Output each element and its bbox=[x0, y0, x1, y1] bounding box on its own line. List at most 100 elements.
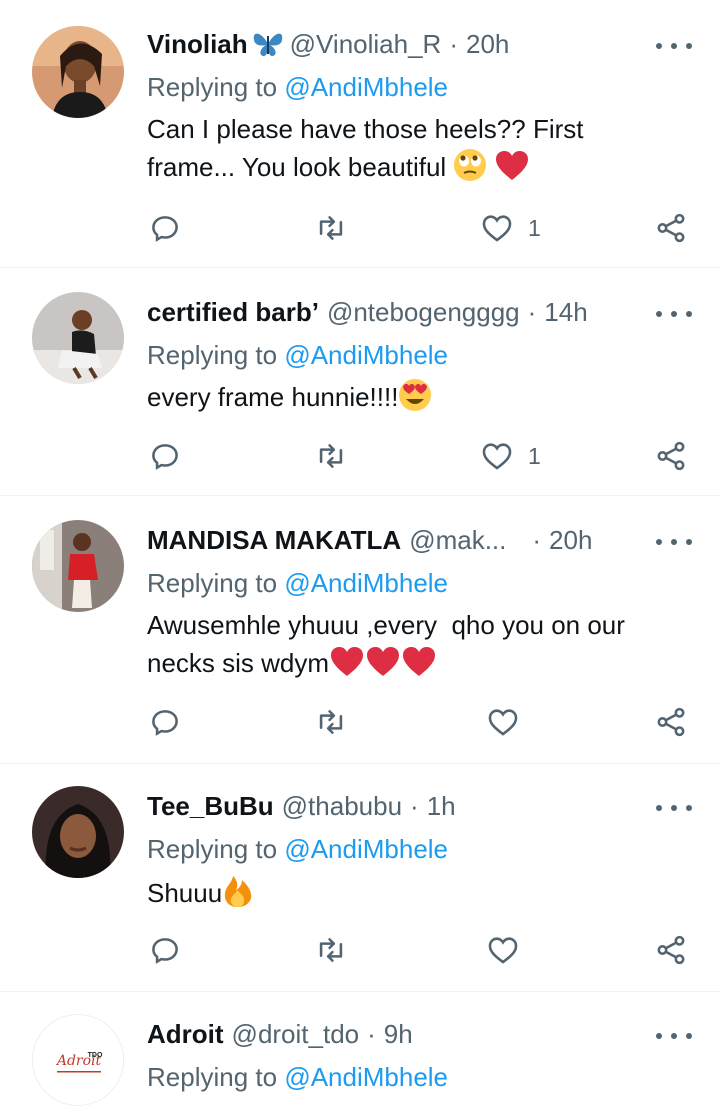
separator-dot: · bbox=[367, 1018, 376, 1049]
share-icon bbox=[657, 213, 685, 243]
display-name[interactable]: Adroit bbox=[147, 1019, 224, 1050]
retweet-icon bbox=[319, 710, 343, 734]
display-name[interactable]: Tee_BuBu bbox=[147, 791, 274, 822]
reply-tweet[interactable]: Vinoliah @Vinoliah_R · 20h Replying to @… bbox=[0, 0, 720, 268]
tweet-text-line: Awusemhle yhuuu ,every qho you on our bbox=[147, 610, 625, 640]
tweet-header: Adroit @droit_tdo · 9h bbox=[147, 1018, 650, 1050]
retweet-button[interactable] bbox=[314, 702, 348, 742]
tweet-header: Tee_BuBu @thabubu · 1h bbox=[147, 790, 650, 822]
heart-icon bbox=[488, 709, 518, 736]
tweet-text-line-with-emoji: necks sis wdym bbox=[147, 644, 680, 688]
display-name[interactable]: MANDISA MAKATLA bbox=[147, 525, 401, 556]
user-handle[interactable]: @thabubu bbox=[282, 791, 402, 822]
mention-link[interactable]: @AndiMbhele bbox=[284, 72, 448, 102]
tweet-header: Vinoliah @Vinoliah_R · 20h bbox=[147, 28, 650, 60]
user-handle[interactable]: @droit_tdo bbox=[232, 1019, 360, 1050]
red-heart-emoji-icon bbox=[401, 646, 437, 688]
separator-dot: · bbox=[532, 524, 542, 555]
share-button[interactable] bbox=[654, 208, 688, 248]
timestamp[interactable]: 1h bbox=[427, 791, 456, 822]
replying-label: Replying to bbox=[147, 340, 278, 370]
user-handle[interactable]: @ntebogengggg bbox=[327, 297, 520, 328]
share-button[interactable] bbox=[654, 702, 688, 742]
share-button[interactable] bbox=[654, 436, 688, 476]
tweet-text-line: Shuuu bbox=[147, 878, 223, 908]
tweet-actions: 1 bbox=[0, 436, 720, 476]
timestamp[interactable]: 20h bbox=[466, 29, 509, 60]
display-name[interactable]: certified barb’ bbox=[147, 297, 319, 328]
more-options-icon[interactable] bbox=[656, 796, 692, 820]
reply-button[interactable] bbox=[148, 208, 182, 248]
tweet-actions bbox=[0, 930, 720, 970]
fire-emoji-icon bbox=[222, 872, 254, 918]
share-icon bbox=[657, 707, 685, 737]
tweet-header: MANDISA MAKATLA @mak... · 20h bbox=[147, 524, 650, 556]
mention-link[interactable]: @AndiMbhele bbox=[284, 834, 448, 864]
tweet-text: Shuuu bbox=[147, 872, 680, 918]
retweet-icon bbox=[319, 444, 343, 468]
timestamp[interactable]: 9h bbox=[384, 1019, 413, 1050]
tweet-text-line: necks sis wdym bbox=[147, 648, 330, 678]
like-button[interactable]: 1 bbox=[480, 208, 541, 248]
reply-button[interactable] bbox=[148, 436, 182, 476]
more-options-icon[interactable] bbox=[656, 1024, 692, 1048]
reply-icon bbox=[152, 710, 178, 736]
replying-label: Replying to bbox=[147, 1062, 278, 1092]
tweet-text-line: Can I please have those heels?? First bbox=[147, 114, 584, 144]
replying-to-line: Replying to @AndiMbhele bbox=[147, 834, 448, 865]
more-options-icon[interactable] bbox=[656, 34, 692, 58]
reply-tweet[interactable]: MANDISA MAKATLA @mak... · 20h Replying t… bbox=[0, 496, 720, 764]
tweet-text: Can I please have those heels?? First fr… bbox=[147, 110, 680, 192]
reply-button[interactable] bbox=[148, 702, 182, 742]
reply-tweet[interactable]: certified barb’ @ntebogengggg · 14h Repl… bbox=[0, 268, 720, 496]
replying-to-line: Replying to @AndiMbhele bbox=[147, 1062, 448, 1093]
retweet-icon bbox=[319, 938, 343, 962]
share-button[interactable] bbox=[654, 930, 688, 970]
retweet-button[interactable] bbox=[314, 208, 348, 248]
display-name[interactable]: Vinoliah bbox=[147, 29, 248, 60]
reply-icon bbox=[152, 444, 178, 470]
more-options-icon[interactable] bbox=[656, 302, 692, 326]
avatar[interactable] bbox=[32, 292, 124, 384]
heart-icon bbox=[488, 937, 518, 964]
mention-link[interactable]: @AndiMbhele bbox=[284, 1062, 448, 1092]
red-heart-emoji-icon bbox=[365, 646, 401, 688]
rolling-eyes-emoji-icon bbox=[453, 148, 487, 192]
avatar[interactable] bbox=[32, 520, 124, 612]
user-handle[interactable]: @mak... bbox=[409, 525, 506, 556]
user-handle[interactable]: @Vinoliah_R bbox=[290, 29, 442, 60]
tweet-text-line-with-emoji: frame... You look beautiful bbox=[147, 148, 680, 192]
replying-label: Replying to bbox=[147, 568, 278, 598]
replying-to-line: Replying to @AndiMbhele bbox=[147, 340, 448, 371]
mention-link[interactable]: @AndiMbhele bbox=[284, 568, 448, 598]
replying-to-line: Replying to @AndiMbhele bbox=[147, 72, 448, 103]
like-count: 1 bbox=[528, 214, 541, 241]
separator-dot: · bbox=[527, 296, 537, 327]
like-button[interactable]: 1 bbox=[480, 436, 541, 476]
reply-button[interactable] bbox=[148, 930, 182, 970]
avatar[interactable]: Adroit TDO bbox=[32, 1014, 124, 1106]
retweet-button[interactable] bbox=[314, 436, 348, 476]
tweet-text-line: frame... You look beautiful bbox=[147, 152, 447, 182]
avatar[interactable] bbox=[32, 786, 124, 878]
tweet-actions bbox=[0, 702, 720, 742]
butterfly-emoji-icon bbox=[252, 30, 284, 58]
reply-tweet[interactable]: Adroit TDO Adroit @droit_tdo · 9h Replyi… bbox=[0, 992, 720, 1112]
heart-eyes-emoji-icon bbox=[398, 378, 432, 422]
like-button[interactable] bbox=[486, 930, 520, 970]
tweet-actions: 1 bbox=[0, 208, 720, 248]
timestamp[interactable]: 20h bbox=[549, 525, 592, 556]
retweet-button[interactable] bbox=[314, 930, 348, 970]
separator-dot: · bbox=[410, 790, 419, 821]
replying-to-line: Replying to @AndiMbhele bbox=[147, 568, 448, 599]
reply-icon bbox=[152, 938, 178, 964]
like-button[interactable] bbox=[486, 702, 520, 742]
replying-label: Replying to bbox=[147, 834, 278, 864]
timestamp[interactable]: 14h bbox=[544, 297, 587, 328]
mention-link[interactable]: @AndiMbhele bbox=[284, 340, 448, 370]
tweet-header: certified barb’ @ntebogengggg · 14h bbox=[147, 296, 650, 328]
share-icon bbox=[657, 441, 685, 471]
avatar[interactable] bbox=[32, 26, 124, 118]
reply-tweet[interactable]: Tee_BuBu @thabubu · 1h Replying to @Andi… bbox=[0, 764, 720, 992]
more-options-icon[interactable] bbox=[656, 530, 692, 554]
